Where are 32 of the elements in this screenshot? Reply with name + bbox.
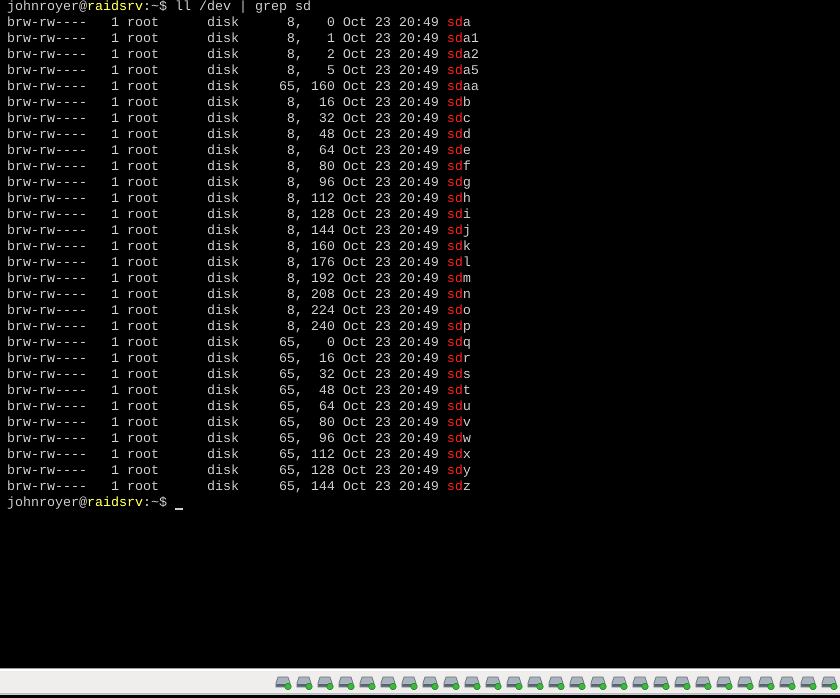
terminal-line: brw-rw---- 1 root disk 65, 16 Oct 23 20:49 sdr: [7, 352, 471, 368]
terminal-line: brw-rw---- 1 root disk 8, 80 Oct 23 20:49 sdf: [7, 160, 471, 176]
terminal-line: brw-rw---- 1 root disk 65, 64 Oct 23 20:49 sdu: [7, 400, 471, 416]
terminal-line: brw-rw---- 1 root disk 65, 32 Oct 23 20:49 sds: [7, 368, 471, 384]
terminal-line: brw-rw---- 1 root disk 8, 5 Oct 23 20:49 sda5: [7, 64, 479, 80]
terminal-line: brw-rw---- 1 root disk 65, 144 Oct 23 20:49 sdz: [7, 480, 471, 496]
terminal-line: brw-rw---- 1 root disk 8, 2 Oct 23 20:49 sda2: [7, 48, 479, 64]
terminal-line: brw-rw---- 1 root disk 8, 224 Oct 23 20:49 sdo: [7, 304, 471, 320]
terminal-line: brw-rw---- 1 root disk 8, 48 Oct 23 20:49 sdd: [7, 128, 471, 144]
terminal-line: brw-rw---- 1 root disk 8, 176 Oct 23 20:49 sdl: [7, 256, 471, 272]
terminal-line: brw-rw---- 1 root disk 65, 160 Oct 23 20:49 sdaa: [7, 80, 479, 96]
terminal-line: brw-rw---- 1 root disk 8, 192 Oct 23 20:49 sdm: [7, 272, 471, 288]
terminal-line: brw-rw---- 1 root disk 8, 208 Oct 23 20:49 sdn: [7, 288, 471, 304]
terminal-line: brw-rw---- 1 root disk 8, 0 Oct 23 20:49 sda: [7, 16, 471, 32]
terminal-line: brw-rw---- 1 root disk 8, 64 Oct 23 20:49 sde: [7, 144, 471, 160]
terminal-line: brw-rw---- 1 root disk 8, 1 Oct 23 20:49 sda1: [7, 32, 479, 48]
terminal-line: brw-rw---- 1 root disk 8, 240 Oct 23 20:49 sdp: [7, 320, 471, 336]
terminal-line: brw-rw---- 1 root disk 65, 96 Oct 23 20:49 sdw: [7, 432, 471, 448]
terminal-line: brw-rw---- 1 root disk 8, 96 Oct 23 20:49 sdg: [7, 176, 471, 192]
terminal-line: johnroyer@raidsrv:~$ ll /dev | grep sd: [7, 0, 311, 16]
terminal-line: brw-rw---- 1 root disk 65, 80 Oct 23 20:49 sdv: [7, 416, 471, 432]
terminal-line: brw-rw---- 1 root disk 8, 32 Oct 23 20:49 sdc: [7, 112, 471, 128]
terminal-line: brw-rw---- 1 root disk 8, 16 Oct 23 20:49 sdb: [7, 96, 471, 112]
terminal-line: brw-rw---- 1 root disk 8, 112 Oct 23 20:49 sdh: [7, 192, 471, 208]
terminal-line: brw-rw---- 1 root disk 65, 0 Oct 23 20:49 sdq: [7, 336, 471, 352]
terminal-line: brw-rw---- 1 root disk 65, 48 Oct 23 20:49 sdt: [7, 384, 471, 400]
terminal-line: brw-rw---- 1 root disk 8, 144 Oct 23 20:49 sdj: [7, 224, 471, 240]
terminal-prompt: johnroyer@raidsrv:~$: [7, 496, 168, 512]
terminal-line: brw-rw---- 1 root disk 8, 128 Oct 23 20:49 sdi: [7, 208, 471, 224]
terminal-line: brw-rw---- 1 root disk 8, 160 Oct 23 20:49 sdk: [7, 240, 471, 256]
terminal-line: brw-rw---- 1 root disk 65, 112 Oct 23 20:49 sdx: [7, 448, 471, 464]
terminal-line: brw-rw---- 1 root disk 65, 128 Oct 23 20:49 sdy: [7, 464, 471, 480]
